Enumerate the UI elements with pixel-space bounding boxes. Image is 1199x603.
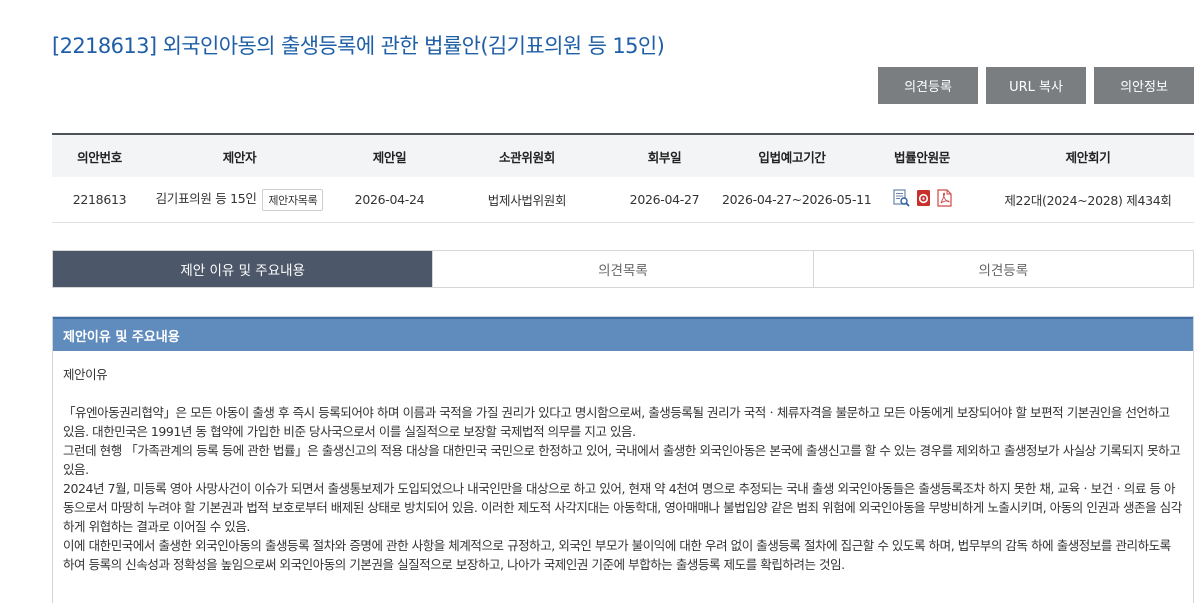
tab-opinion-list[interactable]: 의견목록 [432,251,813,287]
content-paragraph: 그런데 현행 「가족관계의 등록 등에 관한 법률」은 출생신고의 적용 대상을… [63,443,1181,477]
panel-body: 제안이유 「유엔아동권리협약」은 모든 아동이 출생 후 즉시 등록되어야 하며… [53,351,1193,574]
header-proposal-date: 제안일 [332,133,447,177]
document-view-icon[interactable] [892,189,910,207]
content-tabs: 제안 이유 및 주요내용 의견목록 의견등록 [52,250,1194,288]
tab-opinion-register[interactable]: 의견등록 [812,251,1193,287]
header-bill-document: 법률안원문 [862,133,982,177]
bill-info-table: 의안번호 제안자 제안일 소관위원회 회부일 입법예고기간 법률안원문 제안회기… [52,133,1194,223]
header-proposer: 제안자 [147,133,332,177]
proposal-date-cell: 2026-04-24 [332,177,447,223]
referral-date-cell: 2026-04-27 [607,177,722,223]
bill-document-cell [862,177,982,223]
proposal-content-panel: 제안이유 및 주요내용 제안이유 「유엔아동권리협약」은 모든 아동이 출생 후… [52,316,1194,603]
action-buttons: 의견등록 URL 복사 의안정보 [878,67,1194,104]
content-paragraph: 2024년 7월, 미등록 영아 사망사건이 이슈가 되면서 출생통보제가 도입… [63,481,1182,534]
proposer-name: 김기표의원 등 15인 [155,191,257,206]
table-row: 2218613 김기표의원 등 15인 제안자목록 2026-04-24 법제사… [52,177,1194,223]
committee-cell: 법제사법위원회 [447,177,607,223]
session-cell: 제22대(2024~2028) 제434회 [982,177,1194,223]
header-referral-date: 회부일 [607,133,722,177]
tab-proposal-reason[interactable]: 제안 이유 및 주요내용 [53,251,433,287]
header-bill-no: 의안번호 [52,133,147,177]
opinion-register-button[interactable]: 의견등록 [878,67,978,104]
panel-heading: 제안이유 및 주요내용 [53,317,1193,351]
table-header-row: 의안번호 제안자 제안일 소관위원회 회부일 입법예고기간 법률안원문 제안회기 [52,133,1194,177]
hwp-file-icon[interactable] [915,189,932,207]
proposer-list-button[interactable]: 제안자목록 [262,188,324,211]
header-session: 제안회기 [982,133,1194,177]
content-paragraph: 「유엔아동권리협약」은 모든 아동이 출생 후 즉시 등록되어야 하며 이름과 … [63,405,1170,439]
page-title: [2218613] 외국인아동의 출생등록에 관한 법률안(김기표의원 등 15… [52,34,665,58]
proposer-cell: 김기표의원 등 15인 제안자목록 [147,177,332,223]
proposal-reason-subheading: 제안이유 [63,367,108,382]
header-committee: 소관위원회 [447,133,607,177]
pdf-file-icon[interactable] [936,189,952,207]
notice-period-cell: 2026-04-27~2026-05-11 [722,177,872,223]
document-icons [892,189,952,207]
bill-no-cell: 2218613 [52,177,147,223]
url-copy-button[interactable]: URL 복사 [986,67,1086,104]
header-notice-period: 입법예고기간 [722,133,862,177]
content-paragraph: 이에 대한민국에서 출생한 외국인아동의 출생등록 절차와 증명에 관한 사항을… [63,538,1171,572]
bill-info-button[interactable]: 의안정보 [1094,67,1194,104]
